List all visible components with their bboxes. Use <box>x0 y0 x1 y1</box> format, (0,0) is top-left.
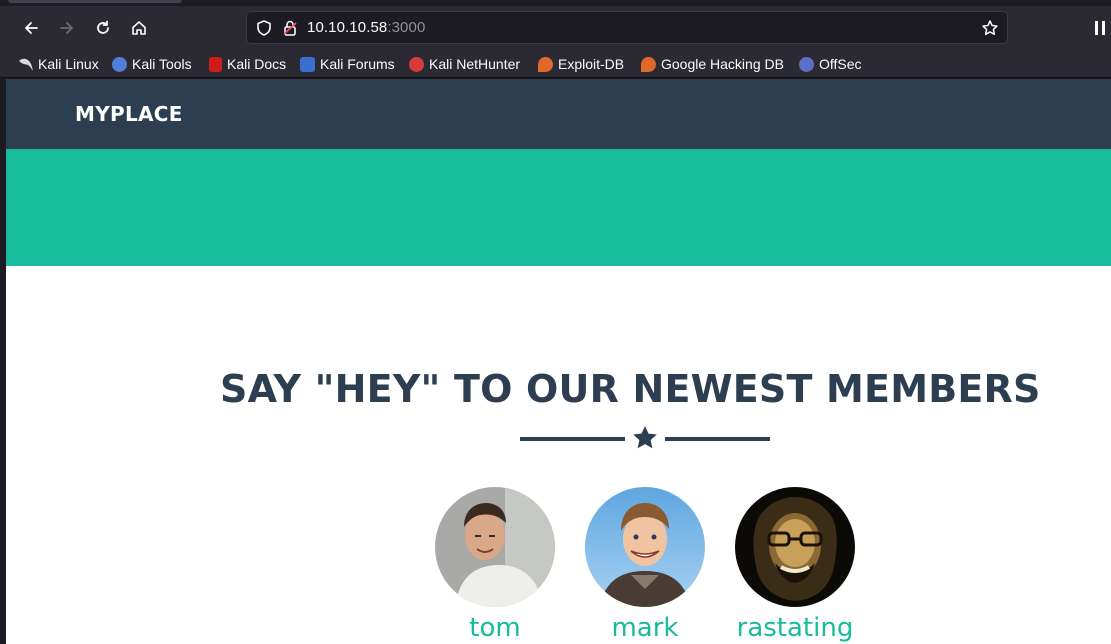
bookmark-exploit-db[interactable]: Exploit-DB <box>538 54 624 74</box>
bookmark-kali-tools[interactable]: Kali Tools <box>112 54 192 74</box>
site-brand-link[interactable]: MYPLACE <box>75 102 183 126</box>
reload-icon <box>97 20 109 34</box>
member-name-rastating[interactable]: rastating <box>735 611 855 644</box>
member-avatar-rastating[interactable] <box>735 487 855 607</box>
reload-button[interactable] <box>89 14 117 42</box>
bookmark-star-icon[interactable] <box>981 19 999 37</box>
offsec-icon <box>799 56 814 72</box>
home-icon <box>132 21 146 35</box>
bookmark-label: Kali Docs <box>227 56 287 72</box>
hero-banner <box>6 149 1111 266</box>
active-tab-edge[interactable] <box>8 0 182 3</box>
back-button[interactable] <box>17 14 45 42</box>
web-page: MYPLACE SAY "HEY" TO OUR NEWEST MEMBERS … <box>6 79 1111 644</box>
forward-button[interactable] <box>53 14 81 42</box>
member-name-tom[interactable]: tom <box>435 611 555 644</box>
kali-forums-icon <box>300 56 315 72</box>
bookmark-kali-linux[interactable]: Kali Linux <box>18 54 99 74</box>
bookmark-kali-nethunter[interactable]: Kali NetHunter <box>409 54 520 74</box>
url-port: :3000 <box>387 19 426 36</box>
section-heading: SAY "HEY" TO OUR NEWEST MEMBERS <box>220 367 1041 411</box>
member-name-mark[interactable]: mark <box>585 611 705 644</box>
overflow-menu-icon[interactable] <box>1094 20 1108 36</box>
kali-tools-icon <box>112 56 127 72</box>
bookmark-label: Exploit-DB <box>558 56 625 72</box>
home-button[interactable] <box>125 14 153 42</box>
avatar-photo-mark <box>585 487 705 607</box>
url-host: 10.10.10.58 <box>307 19 388 36</box>
member-card-rastating[interactable]: rastating <box>735 487 855 644</box>
address-bar[interactable]: 10.10.10.58:3000 <box>246 11 1008 44</box>
star-divider <box>520 425 770 455</box>
member-avatar-mark[interactable] <box>585 487 705 607</box>
divider-line-left <box>520 437 625 441</box>
ghdb-icon <box>641 56 656 72</box>
member-card-tom[interactable]: tom <box>435 487 555 644</box>
divider-line-right <box>665 437 770 441</box>
bookmark-label: Google Hacking DB <box>661 56 784 72</box>
bookmark-kali-docs[interactable]: Kali Docs <box>209 54 286 74</box>
bookmark-google-hacking-db[interactable]: Google Hacking DB <box>641 54 784 74</box>
insecure-lock-icon[interactable] <box>281 19 299 37</box>
bookmark-label: OffSec <box>819 56 862 72</box>
bookmark-kali-forums[interactable]: Kali Forums <box>300 54 395 74</box>
kali-dragon-icon <box>18 57 33 72</box>
url-text[interactable]: 10.10.10.58:3000 <box>307 19 425 36</box>
bookmark-offsec[interactable]: OffSec <box>799 54 862 74</box>
member-card-mark[interactable]: mark <box>585 487 705 644</box>
bookmark-label: Kali Forums <box>320 56 395 72</box>
member-avatar-tom[interactable] <box>435 487 555 607</box>
browser-toolbar: 10.10.10.58:3000 <box>0 6 1111 50</box>
nethunter-icon <box>409 56 424 72</box>
bookmark-label: Kali Tools <box>132 56 192 72</box>
bookmark-label: Kali Linux <box>38 56 99 72</box>
site-navbar: MYPLACE <box>6 79 1111 149</box>
tracking-protection-shield-icon[interactable] <box>255 19 273 37</box>
avatar-photo-rastating <box>735 487 855 607</box>
exploit-db-icon <box>538 56 553 72</box>
avatar-photo-tom <box>435 487 555 607</box>
bookmarks-toolbar: Kali Linux Kali Tools Kali Docs Kali For… <box>0 50 1111 78</box>
bookmark-label: Kali NetHunter <box>429 56 521 72</box>
back-arrow-icon <box>25 22 38 34</box>
forward-arrow-icon <box>60 22 73 34</box>
star-icon <box>633 426 657 449</box>
kali-docs-icon <box>209 56 222 72</box>
